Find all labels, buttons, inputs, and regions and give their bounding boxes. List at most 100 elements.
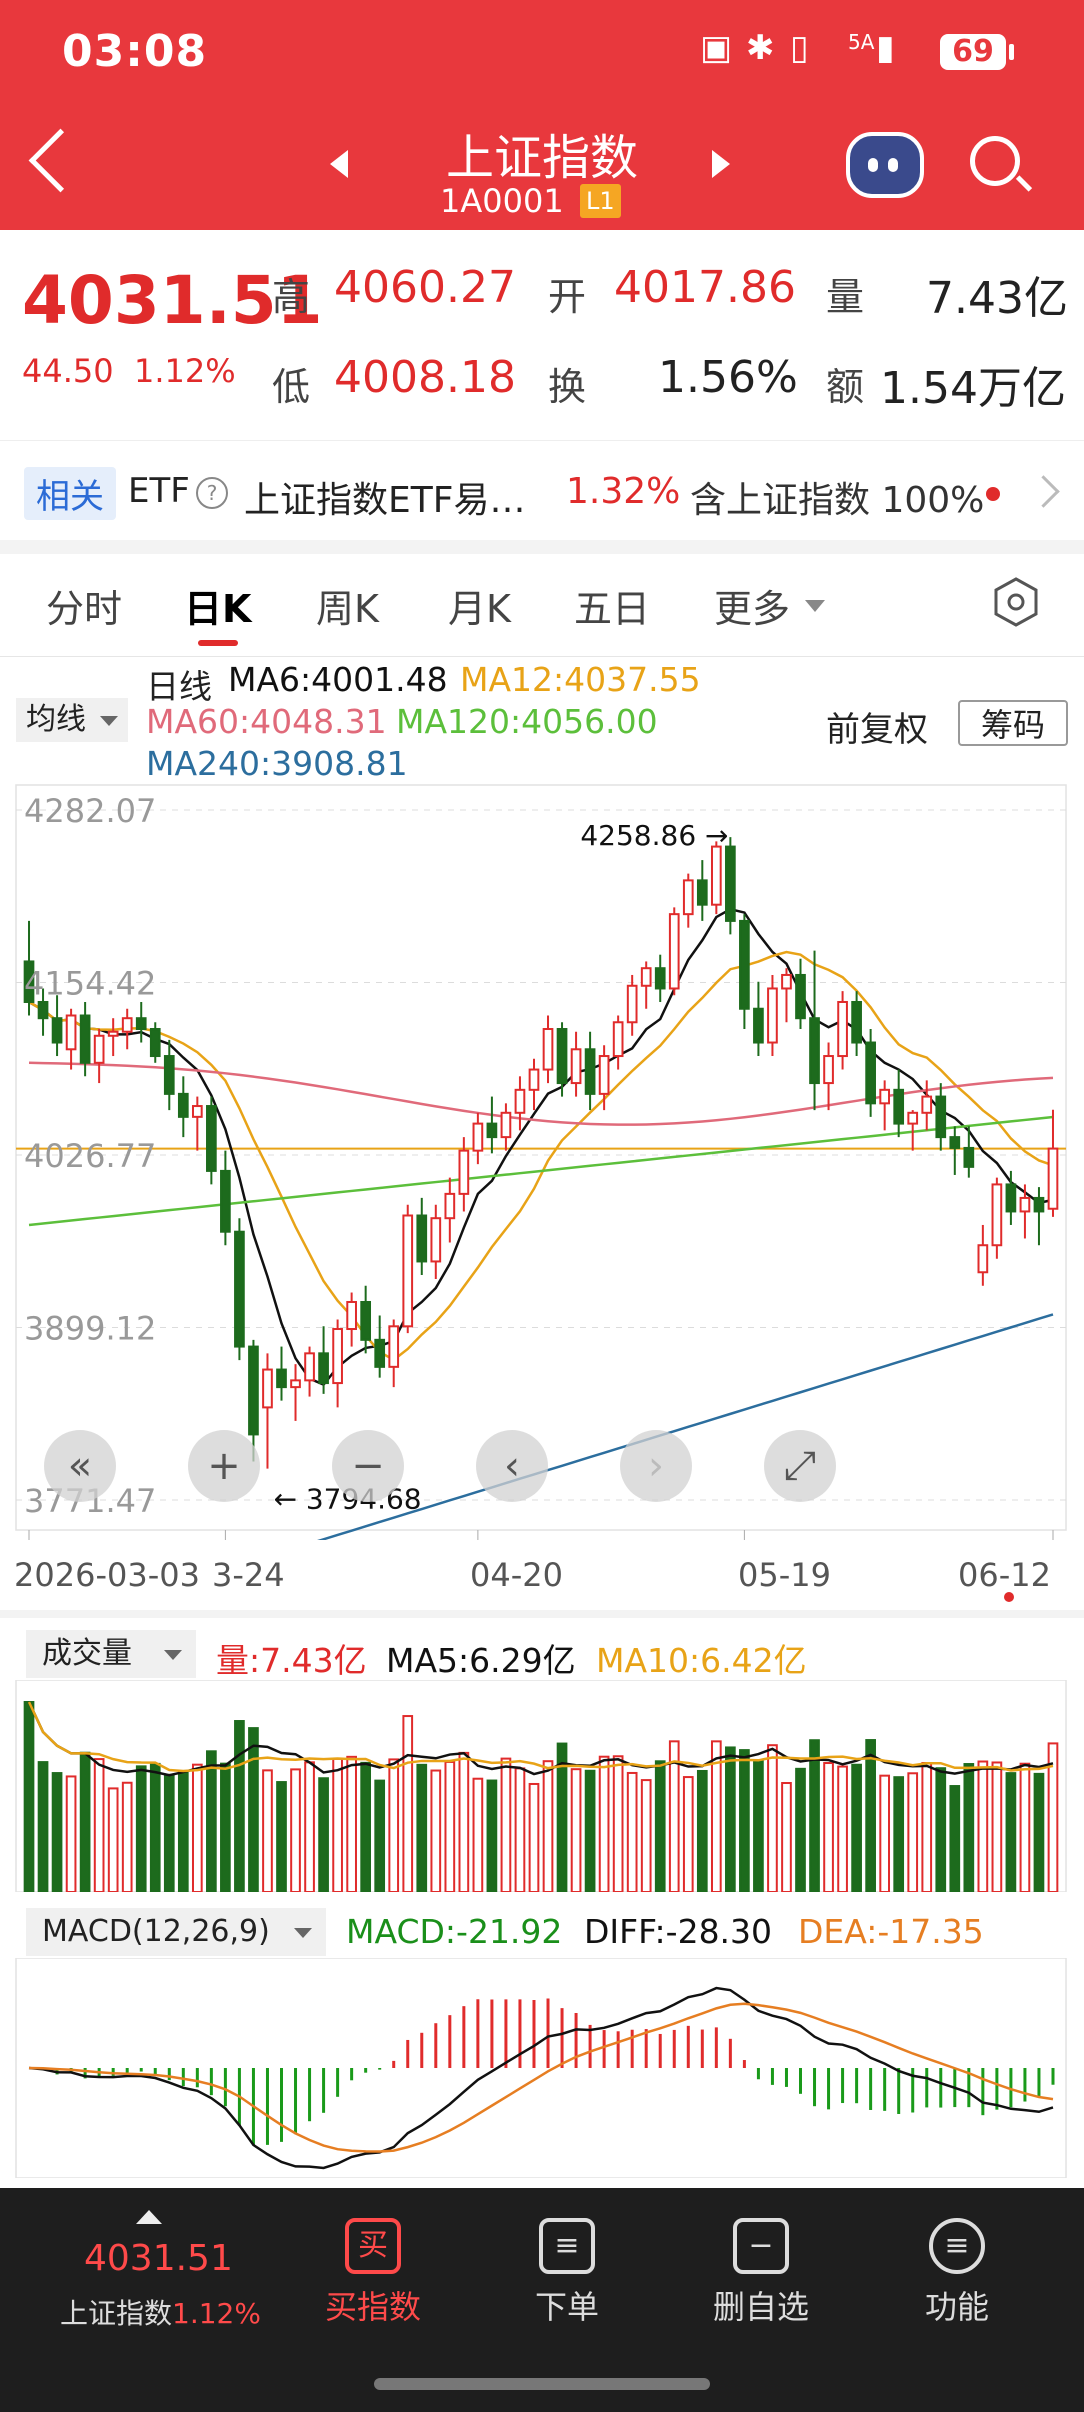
tab-intraday[interactable]: 分时	[46, 578, 122, 633]
volume-ma5: MA5:6.29亿	[386, 1641, 576, 1680]
candle-up	[290, 1379, 301, 1389]
candle-down	[696, 879, 708, 906]
volume-bar-down	[374, 1779, 386, 1892]
volume-bar-up	[514, 1767, 526, 1892]
settings-icon[interactable]	[990, 576, 1042, 628]
battery-icon: 69	[940, 34, 1014, 70]
place-order-button[interactable]: ≡ 下单	[492, 2218, 642, 2328]
volume-bar-down	[893, 1776, 905, 1892]
volume-bar-down	[149, 1762, 161, 1892]
volume-bar-up	[542, 1760, 554, 1892]
candle-down	[963, 1146, 975, 1168]
event-dot[interactable]	[1004, 1592, 1014, 1602]
volume-bar-up	[458, 1751, 470, 1892]
volume-bar-down	[949, 1785, 961, 1892]
candle-down	[865, 1041, 876, 1105]
bottom-price[interactable]: 4031.51	[84, 2238, 233, 2279]
divider	[0, 656, 1084, 657]
macd-selector[interactable]: MACD(12,26,9)	[26, 1908, 326, 1956]
candle-up	[921, 1095, 933, 1114]
fullscreen-button[interactable]: ⤢	[764, 1430, 836, 1502]
related-tag: 相关	[24, 467, 116, 520]
chip-button[interactable]: 筹码	[958, 700, 1068, 746]
volume-ma10: MA10:6.42亿	[596, 1641, 807, 1680]
zoom-in-button[interactable]: +	[188, 1430, 260, 1502]
etf-change: 1.32%	[566, 471, 681, 512]
bottom-stock-name[interactable]: 上证指数1.12%	[60, 2292, 261, 2332]
stock-code: 1A0001	[440, 182, 564, 220]
volume-bar-up	[879, 1774, 891, 1892]
header: 03:08 ▣ ✱ ▯ 5A ▮ 69 上证指数 1A0001 L1	[0, 0, 1084, 230]
tab-monthly-k[interactable]: 月K	[448, 578, 511, 633]
candle-down	[220, 1169, 231, 1233]
candle-down	[935, 1095, 947, 1139]
tab-daily-k[interactable]: 日K	[184, 578, 251, 633]
functions-button[interactable]: ≡ 功能	[882, 2218, 1032, 2328]
volume-bar-up	[682, 1776, 694, 1892]
related-etf-row[interactable]: 相关 ETF ? 上证指数ETF易… 1.32% 含上证指数 100%	[0, 440, 1084, 541]
candlestick-chart[interactable]: 4282.074154.424026.773899.123771.474258.…	[0, 780, 1084, 1540]
volume-bar-up	[332, 1757, 343, 1892]
tab-weekly-k[interactable]: 周K	[316, 578, 379, 633]
volume-ma5-line	[27, 1701, 1054, 1777]
candle-up	[304, 1352, 315, 1382]
volume-bar-up	[65, 1775, 77, 1892]
candle-down	[416, 1214, 428, 1263]
help-icon[interactable]: ?	[196, 477, 228, 509]
volume-bar-up	[837, 1765, 848, 1892]
turnover-value: 1.56%	[658, 352, 798, 403]
high-annotation: 4258.86 →	[580, 819, 728, 852]
ma6-value: MA6:4001.48	[228, 660, 448, 699]
candle-up	[514, 1088, 526, 1114]
adjust-mode[interactable]: 前复权	[826, 702, 928, 751]
buy-icon: 买	[345, 2218, 401, 2274]
tab-more[interactable]: 更多	[714, 578, 790, 633]
date-label: 3-24	[212, 1556, 285, 1594]
chevron-up-icon[interactable]	[136, 2210, 162, 2224]
volume-value: 7.43亿	[926, 273, 1068, 324]
volume-bar-up	[107, 1787, 119, 1892]
scroll-left-fast-button[interactable]: «	[44, 1430, 116, 1502]
amount-label: 额	[826, 365, 865, 409]
candle-up	[458, 1149, 470, 1195]
candle-up	[262, 1368, 273, 1409]
candle-up	[402, 1214, 414, 1328]
vibrate-icon: ▯	[790, 28, 809, 68]
amount-value: 1.54万亿	[880, 363, 1066, 414]
next-stock-button[interactable]	[712, 150, 730, 178]
volume-bar-up	[430, 1769, 442, 1892]
minus-box-icon: −	[733, 2218, 789, 2274]
scroll-left-button[interactable]: ‹	[476, 1430, 548, 1502]
volume-bar-down	[963, 1763, 975, 1892]
volume-bar-down	[654, 1760, 666, 1892]
volume-selector[interactable]: 成交量	[26, 1630, 196, 1678]
buy-index-button[interactable]: 买 买指数	[298, 2218, 448, 2328]
candle-up	[879, 1088, 891, 1105]
document-icon: ≡	[539, 2218, 595, 2274]
candle-down	[486, 1122, 498, 1139]
candle-up	[346, 1300, 357, 1331]
candle-up	[542, 1028, 554, 1071]
volume-bar-up	[921, 1762, 933, 1892]
candle-up	[668, 913, 680, 990]
candle-down	[149, 1028, 161, 1058]
y-tick-label: 4282.07	[24, 792, 156, 830]
volume-chart[interactable]	[0, 1680, 1084, 1892]
candle-down	[949, 1136, 961, 1149]
tab-five-day[interactable]: 五日	[574, 578, 650, 633]
volume-bar-down	[696, 1769, 708, 1892]
zoom-out-button[interactable]: −	[332, 1430, 404, 1502]
candle-up	[388, 1325, 400, 1368]
ma12-line	[28, 950, 1054, 1362]
volume-bar-up	[500, 1757, 512, 1892]
volume-bar-up	[598, 1755, 610, 1892]
date-label: 04-20	[470, 1556, 563, 1594]
ma-selector[interactable]: 均线	[16, 698, 128, 742]
search-icon[interactable]	[970, 136, 1020, 186]
remove-watchlist-button[interactable]: − 删自选	[686, 2218, 836, 2328]
candle-up	[528, 1068, 540, 1091]
volume-bar-down	[234, 1720, 245, 1892]
assistant-robot-icon[interactable]	[846, 132, 924, 198]
macd-chart[interactable]	[0, 1958, 1084, 2178]
scroll-right-button[interactable]: ›	[620, 1430, 692, 1502]
